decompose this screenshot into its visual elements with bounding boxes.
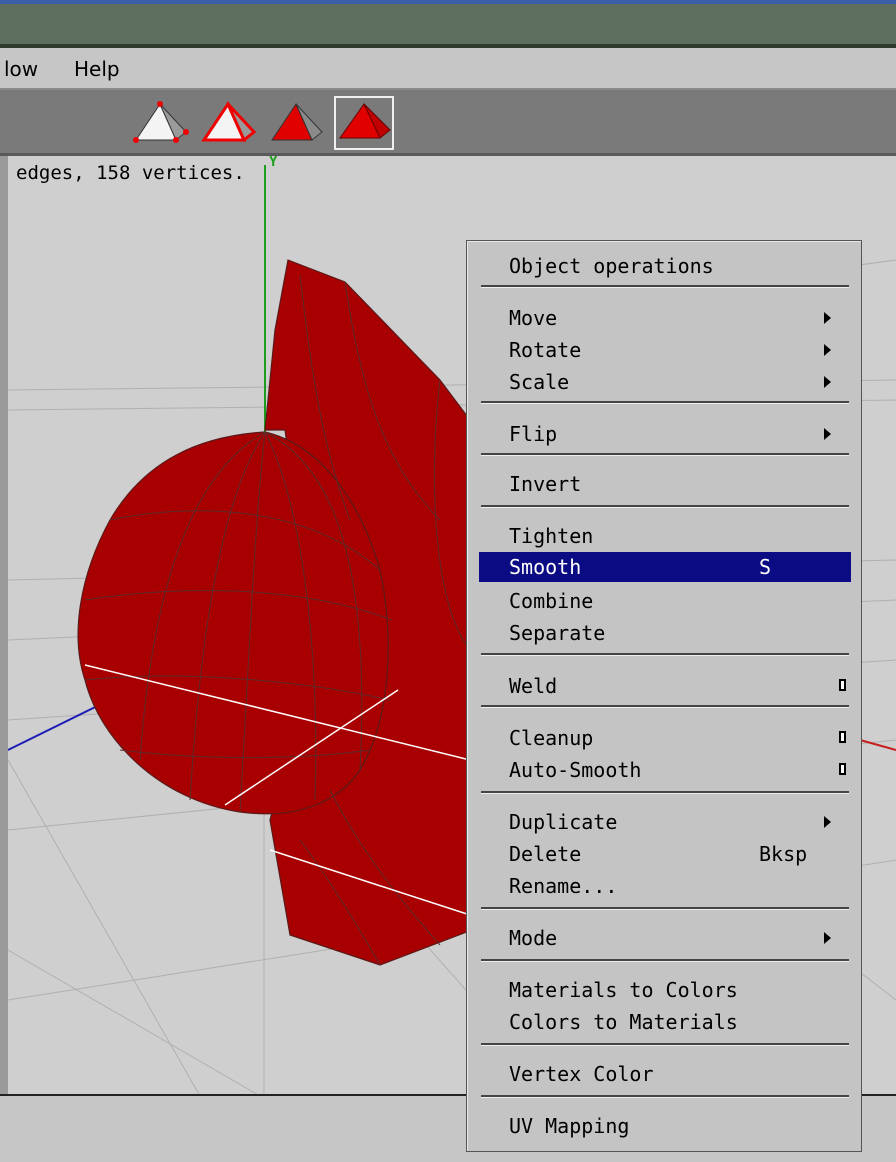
menu-separator <box>481 1095 849 1098</box>
menu-item-cleanup[interactable]: Cleanup <box>467 723 861 753</box>
menu-item-label: Rotate <box>509 338 582 362</box>
menu-item-duplicate[interactable]: Duplicate <box>467 807 861 837</box>
menu-separator <box>481 401 849 404</box>
menu-item-label: Materials to Colors <box>509 978 738 1002</box>
menu-separator <box>481 959 849 962</box>
menu-help[interactable]: Help <box>74 57 120 81</box>
menu-item-label: Mode <box>509 926 558 950</box>
menu-window[interactable]: low <box>4 57 38 81</box>
menu-item-label: Separate <box>509 621 606 645</box>
menu-separator <box>481 653 849 656</box>
menu-item-label: Move <box>509 306 558 330</box>
menu-item-auto-smooth[interactable]: Auto-Smooth <box>467 755 861 785</box>
menu-item-scale[interactable]: Scale <box>467 367 861 397</box>
menu-item-invert[interactable]: Invert <box>467 469 861 499</box>
menu-item-label: Tighten <box>509 524 594 548</box>
menu-item-colors-to-materials[interactable]: Colors to Materials <box>467 1007 861 1037</box>
submenu-arrow-icon <box>824 344 831 356</box>
menu-item-flip[interactable]: Flip <box>467 419 861 449</box>
menu-item-label: Duplicate <box>509 810 618 834</box>
submenu-arrow-icon <box>824 932 831 944</box>
menu-item-label: Invert <box>509 472 582 496</box>
submenu-arrow-icon <box>824 312 831 324</box>
submenu-arrow-icon <box>824 428 831 440</box>
menu-separator <box>481 705 849 708</box>
menu-item-label: Vertex Color <box>509 1062 654 1086</box>
menu-item-label: Flip <box>509 422 558 446</box>
menu-item-label: Scale <box>509 370 570 394</box>
menu-separator <box>481 907 849 910</box>
menu-item-uv-mapping[interactable]: UV Mapping <box>467 1111 861 1141</box>
option-box-icon[interactable] <box>839 679 846 691</box>
viewport-left-edge <box>0 156 8 1096</box>
menu-item-rename[interactable]: Rename... <box>467 871 861 901</box>
menu-item-label: UV Mapping <box>509 1114 630 1138</box>
menu-item-smooth[interactable]: Smooth S <box>479 552 851 582</box>
menu-separator <box>481 453 849 456</box>
menu-item-label: Delete <box>509 842 582 866</box>
menu-item-shortcut: Bksp <box>759 842 808 866</box>
option-box-icon[interactable] <box>839 763 846 775</box>
submenu-arrow-icon <box>824 376 831 388</box>
menu-item-label: Weld <box>509 674 558 698</box>
menu-separator <box>481 1043 849 1046</box>
menu-item-weld[interactable]: Weld <box>467 671 861 701</box>
menu-item-label: Cleanup <box>509 726 594 750</box>
menu-item-tighten[interactable]: Tighten <box>467 521 861 551</box>
object-select-mode-icon[interactable] <box>334 96 394 150</box>
menu-item-label: Combine <box>509 589 594 613</box>
menu-separator <box>481 285 849 288</box>
menu-item-mode[interactable]: Mode <box>467 923 861 953</box>
window-titlebar <box>0 0 896 48</box>
menu-item-materials-to-colors[interactable]: Materials to Colors <box>467 975 861 1005</box>
menu-item-label: Rename... <box>509 874 618 898</box>
menu-item-rotate[interactable]: Rotate <box>467 335 861 365</box>
menu-separator <box>481 505 849 508</box>
option-box-icon[interactable] <box>839 731 846 743</box>
submenu-arrow-icon <box>824 816 831 828</box>
menu-title: Object operations <box>467 251 861 281</box>
menu-item-shortcut: S <box>759 555 772 579</box>
face-select-mode-icon[interactable] <box>266 96 326 150</box>
menu-item-combine[interactable]: Combine <box>467 586 861 616</box>
menu-item-vertex-color[interactable]: Vertex Color <box>467 1059 861 1089</box>
vertex-select-mode-icon[interactable] <box>130 96 190 150</box>
menu-item-delete[interactable]: Delete Bksp <box>467 839 861 869</box>
y-axis-label: Y <box>269 156 278 170</box>
menu-item-label: Colors to Materials <box>509 1010 738 1034</box>
selection-status: edges, 158 vertices. <box>16 162 245 184</box>
object-operations-menu: Object operations Move Rotate Scale Flip… <box>466 240 862 1152</box>
menu-item-move[interactable]: Move <box>467 303 861 333</box>
menu-item-separate[interactable]: Separate <box>467 618 861 648</box>
menu-item-label: Auto-Smooth <box>509 758 642 782</box>
menu-item-label: Smooth <box>509 555 582 579</box>
toolbar <box>0 90 896 156</box>
edge-select-mode-icon[interactable] <box>198 96 258 150</box>
menu-bar: low Help <box>0 48 896 90</box>
menu-separator <box>481 791 849 794</box>
menu-title-label: Object operations <box>509 254 714 278</box>
